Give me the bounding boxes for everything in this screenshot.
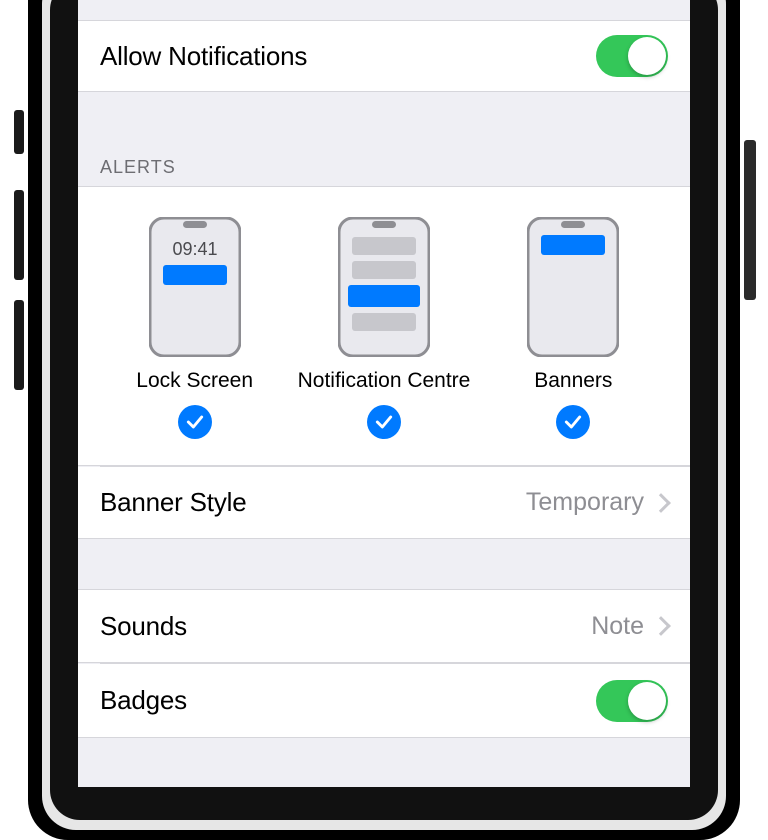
volume-down-button — [14, 300, 24, 390]
lock-screen-icon: 09:41 — [149, 217, 241, 357]
notification-centre-icon — [338, 217, 430, 357]
badges-row[interactable]: Badges — [78, 664, 690, 738]
toggle-knob — [628, 682, 666, 720]
allow-notifications-row[interactable]: Allow Notifications — [78, 20, 690, 92]
alerts-section-header: ALERTS — [78, 92, 690, 186]
alert-check-banners[interactable] — [556, 405, 590, 439]
mute-switch — [14, 110, 24, 154]
alerts-options-group: 09:41 Lock Screen — [78, 186, 690, 466]
check-icon — [374, 412, 394, 432]
allow-notifications-label: Allow Notifications — [100, 41, 307, 72]
alerts-header-text: ALERTS — [100, 157, 176, 178]
banners-icon — [527, 217, 619, 357]
screen: Allow Notifications ALERTS 09:41 — [78, 0, 690, 787]
allow-notifications-toggle[interactable] — [596, 35, 668, 77]
sounds-label: Sounds — [100, 611, 187, 642]
alert-option-notification-centre[interactable]: Notification Centre — [290, 217, 477, 439]
banner-style-value: Temporary — [526, 488, 644, 517]
sounds-value: Note — [591, 612, 644, 641]
badges-toggle[interactable] — [596, 680, 668, 722]
sounds-row[interactable]: Sounds Note — [78, 589, 690, 663]
lock-screen-time: 09:41 — [172, 239, 217, 259]
toggle-knob — [628, 37, 666, 75]
side-button — [744, 140, 756, 300]
alert-check-notification-centre[interactable] — [367, 405, 401, 439]
alert-label-banners: Banners — [534, 369, 612, 393]
chevron-right-icon — [651, 616, 671, 636]
badges-label: Badges — [100, 685, 187, 716]
chevron-right-icon — [651, 493, 671, 513]
volume-up-button — [14, 190, 24, 280]
alert-check-lock-screen[interactable] — [178, 405, 212, 439]
phone-frame: Allow Notifications ALERTS 09:41 — [0, 0, 768, 787]
alert-label-lock-screen: Lock Screen — [136, 369, 253, 393]
check-icon — [185, 412, 205, 432]
banner-style-label: Banner Style — [100, 487, 246, 518]
alert-label-notification-centre: Notification Centre — [298, 369, 471, 393]
check-icon — [563, 412, 583, 432]
alert-option-banners[interactable]: Banners — [480, 217, 667, 439]
banner-style-row[interactable]: Banner Style Temporary — [78, 467, 690, 539]
alert-option-lock-screen[interactable]: 09:41 Lock Screen — [101, 217, 288, 439]
